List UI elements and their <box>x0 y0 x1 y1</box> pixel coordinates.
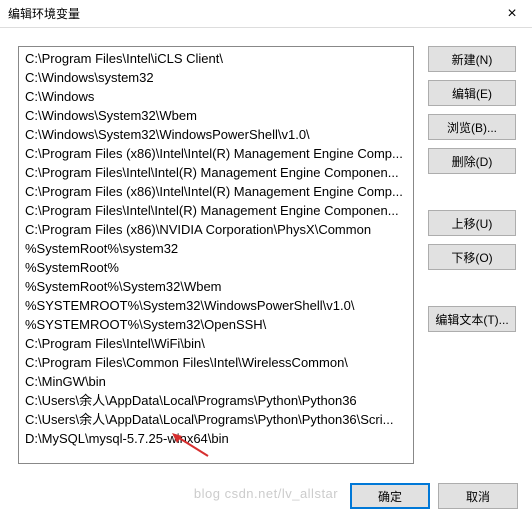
list-item[interactable]: D:\MySQL\mysql-5.7.25-winx64\bin <box>23 429 409 448</box>
watermark-text: blog csdn.net/lv_allstar <box>194 486 338 501</box>
close-icon[interactable]: × <box>492 0 532 28</box>
path-listbox[interactable]: C:\Program Files\Intel\iCLS Client\C:\Wi… <box>18 46 414 464</box>
delete-button[interactable]: 删除(D) <box>428 148 516 174</box>
ok-button[interactable]: 确定 <box>350 483 430 509</box>
move-up-button[interactable]: 上移(U) <box>428 210 516 236</box>
titlebar: 编辑环境变量 × <box>0 0 532 28</box>
content-area: C:\Program Files\Intel\iCLS Client\C:\Wi… <box>0 28 532 464</box>
list-item[interactable]: C:\Windows\System32\WindowsPowerShell\v1… <box>23 125 409 144</box>
list-item[interactable]: %SystemRoot%\System32\Wbem <box>23 277 409 296</box>
button-sidebar: 新建(N) 编辑(E) 浏览(B)... 删除(D) 上移(U) 下移(O) 编… <box>428 46 516 464</box>
list-item[interactable]: %SYSTEMROOT%\System32\OpenSSH\ <box>23 315 409 334</box>
list-item[interactable]: C:\Program Files\Intel\iCLS Client\ <box>23 49 409 68</box>
list-item[interactable]: C:\Program Files\Intel\Intel(R) Manageme… <box>23 201 409 220</box>
list-item[interactable]: C:\Users\余人\AppData\Local\Programs\Pytho… <box>23 391 409 410</box>
list-item[interactable]: C:\Program Files\Intel\WiFi\bin\ <box>23 334 409 353</box>
list-item[interactable]: C:\Windows\system32 <box>23 68 409 87</box>
cancel-button[interactable]: 取消 <box>438 483 518 509</box>
list-item[interactable]: C:\Program Files\Intel\Intel(R) Manageme… <box>23 163 409 182</box>
list-item[interactable]: C:\Windows\System32\Wbem <box>23 106 409 125</box>
list-item[interactable]: C:\Program Files (x86)\NVIDIA Corporatio… <box>23 220 409 239</box>
footer-buttons: 确定 取消 <box>350 483 518 509</box>
list-item[interactable]: C:\Program Files (x86)\Intel\Intel(R) Ma… <box>23 144 409 163</box>
new-button[interactable]: 新建(N) <box>428 46 516 72</box>
edit-text-button[interactable]: 编辑文本(T)... <box>428 306 516 332</box>
list-item[interactable]: C:\MinGW\bin <box>23 372 409 391</box>
list-item[interactable]: %SYSTEMROOT%\System32\WindowsPowerShell\… <box>23 296 409 315</box>
window-title: 编辑环境变量 <box>8 5 80 22</box>
list-item[interactable]: %SystemRoot% <box>23 258 409 277</box>
move-down-button[interactable]: 下移(O) <box>428 244 516 270</box>
list-item[interactable]: C:\Program Files (x86)\Intel\Intel(R) Ma… <box>23 182 409 201</box>
list-item[interactable]: C:\Windows <box>23 87 409 106</box>
list-item[interactable]: %SystemRoot%\system32 <box>23 239 409 258</box>
browse-button[interactable]: 浏览(B)... <box>428 114 516 140</box>
list-item[interactable]: C:\Users\余人\AppData\Local\Programs\Pytho… <box>23 410 409 429</box>
list-item[interactable]: C:\Program Files\Common Files\Intel\Wire… <box>23 353 409 372</box>
edit-button[interactable]: 编辑(E) <box>428 80 516 106</box>
